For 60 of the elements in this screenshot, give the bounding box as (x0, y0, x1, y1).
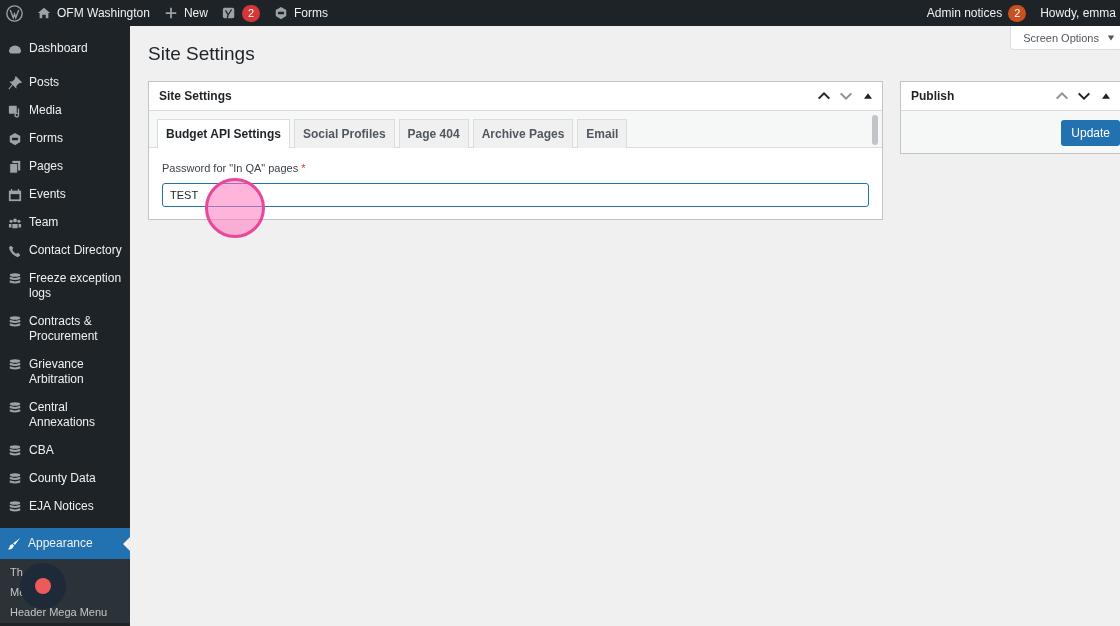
click-highlight (205, 178, 265, 238)
phone-icon (8, 243, 22, 258)
admin-notices-link[interactable]: Admin notices 2 (926, 4, 1027, 22)
pages-icon (8, 159, 22, 174)
database-icon (8, 499, 22, 514)
database-icon (8, 271, 22, 286)
panel-title: Site Settings (159, 89, 232, 103)
sidebar-item[interactable]: Events (0, 180, 130, 208)
plus-icon (163, 6, 178, 20)
database-icon (8, 471, 22, 486)
scrollbar[interactable] (872, 115, 878, 145)
tab[interactable]: Email (577, 119, 628, 148)
tab[interactable]: Social Profiles (293, 119, 395, 148)
submenu-item[interactable]: Header Mega Menu (0, 603, 130, 623)
hexagon-icon (273, 6, 288, 20)
sidebar-item[interactable]: Media (0, 96, 130, 124)
tab[interactable]: Archive Pages (472, 119, 574, 148)
password-field[interactable]: TEST (162, 183, 869, 207)
panel-title: Publish (911, 89, 955, 103)
page-title: Site Settings (148, 43, 256, 65)
forms-icon (8, 131, 22, 146)
sidebar-item[interactable]: Contracts & Procurement (0, 307, 130, 350)
sidebar-item[interactable]: Appearance (0, 528, 130, 559)
pin-icon (8, 75, 22, 90)
plugin-logo-icon (221, 6, 236, 20)
forms-link[interactable]: Forms (273, 6, 328, 20)
brush-icon (7, 537, 21, 551)
tab[interactable]: Budget API Settings (157, 119, 290, 148)
sidebar-item[interactable]: EJA Notices (0, 492, 130, 520)
sidebar-item[interactable]: Forms (0, 124, 130, 152)
update-button[interactable]: Update (1061, 120, 1120, 146)
wordpress-logo-icon[interactable] (6, 4, 23, 22)
sidebar-item[interactable]: Contact Directory (0, 236, 130, 264)
submenu-item[interactable]: Th (0, 563, 130, 583)
sidebar-item[interactable]: Freeze exception logs (0, 264, 130, 307)
user-greeting-link[interactable]: Howdy, emma (1040, 6, 1116, 20)
sidebar-item[interactable]: County Data (0, 464, 130, 492)
current-item-pointer (123, 536, 130, 551)
media-icon (8, 103, 22, 118)
calendar-icon (8, 187, 22, 202)
sidebar-item[interactable]: Pages (0, 152, 130, 180)
screen-options-button[interactable]: Screen Options (1010, 26, 1120, 50)
sidebar-item[interactable]: Grievance Arbitration (0, 350, 130, 393)
site-name-link[interactable]: OFM Washington (37, 6, 150, 20)
caret-icon (1107, 33, 1115, 42)
sidebar-item[interactable]: Posts (0, 68, 130, 96)
sidebar-item[interactable]: CBA (0, 436, 130, 464)
database-icon (8, 443, 22, 458)
required-mark: * (301, 162, 306, 174)
sidebar-item[interactable]: Central Annexations (0, 393, 130, 436)
seo-menu[interactable]: 2 (221, 4, 260, 22)
home-icon (37, 6, 51, 20)
database-icon (8, 314, 22, 329)
new-link[interactable]: New (163, 6, 208, 20)
database-icon (8, 400, 22, 415)
field-label: Password for "In QA" pages (162, 162, 299, 174)
database-icon (8, 357, 22, 372)
sidebar-item[interactable]: Team (0, 208, 130, 236)
tab[interactable]: Page 404 (398, 119, 469, 148)
sidebar-item[interactable]: Dashboard (0, 34, 130, 62)
